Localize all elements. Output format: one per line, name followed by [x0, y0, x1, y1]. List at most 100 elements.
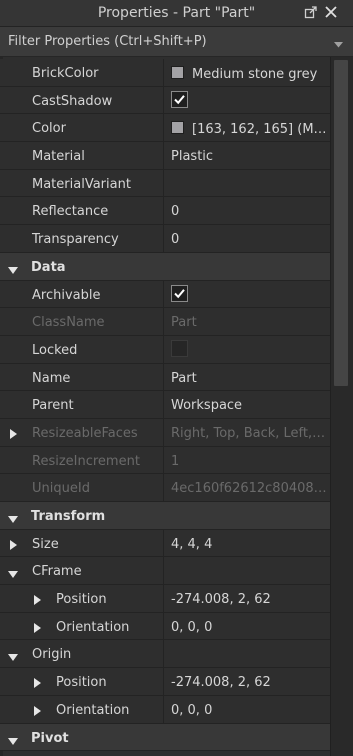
window-title: Properties - Part "Part" — [97, 5, 256, 21]
triangle-down-icon[interactable] — [8, 734, 18, 749]
row-gutter — [0, 197, 24, 225]
property-value[interactable]: 0, 0, 0 — [171, 620, 327, 635]
property-row-locked[interactable]: Locked — [0, 335, 330, 364]
property-row-parent[interactable]: Parent Workspace — [0, 391, 330, 419]
vertical-scrollbar[interactable] — [330, 57, 353, 756]
property-value-text: 0 — [171, 232, 180, 248]
property-name-cell — [0, 529, 164, 557]
property-row-origin[interactable]: Origin — [0, 640, 330, 669]
property-value[interactable]: 0 — [171, 204, 327, 219]
property-value-text: Right, Top, Back, Left, ... — [171, 425, 327, 441]
row-gutter — [0, 169, 24, 197]
section-data[interactable]: Data — [0, 252, 330, 281]
property-row-materialvariant[interactable]: MaterialVariant — [0, 169, 330, 198]
color-swatch[interactable] — [171, 121, 184, 135]
triangle-right-icon[interactable] — [10, 539, 17, 554]
row-gutter — [0, 668, 24, 695]
property-checkbox[interactable] — [171, 284, 188, 302]
row-gutter — [0, 695, 24, 723]
property-row-brickcolor[interactable]: BrickColor Medium stone grey — [0, 59, 330, 87]
filter-properties-input[interactable]: Filter Properties (Ctrl+Shift+P) — [0, 27, 353, 57]
triangle-right-icon[interactable] — [34, 622, 41, 637]
property-name: Reflectance — [32, 204, 109, 220]
property-name-cell — [0, 363, 164, 391]
color-swatch[interactable] — [171, 66, 184, 79]
close-icon[interactable] — [324, 5, 338, 23]
property-row-reflectance[interactable]: Reflectance 0 — [0, 197, 330, 226]
row-gutter — [0, 280, 24, 308]
property-row-position[interactable]: Position -274.008, 2, 62 — [0, 668, 330, 696]
row-gutter — [0, 308, 24, 335]
section-title: Data — [31, 259, 66, 275]
row-gutter — [0, 114, 24, 142]
property-value-text: Plastic — [171, 149, 214, 165]
property-row-uniqueid[interactable]: UniqueId 4ec160f62612c80408a... — [0, 474, 330, 502]
property-name: MaterialVariant — [32, 176, 131, 192]
property-row-name[interactable]: Name Part — [0, 363, 330, 392]
triangle-right-icon[interactable] — [34, 594, 41, 609]
property-row-material[interactable]: Material Plastic — [0, 142, 330, 170]
property-value-text: 0, 0, 0 — [171, 619, 213, 635]
property-row-orientation[interactable]: Orientation 0, 0, 0 — [0, 695, 330, 724]
property-value[interactable]: 0 — [171, 232, 327, 247]
property-value-text: Medium stone grey — [192, 67, 318, 82]
property-value[interactable]: -274.008, 2, 62 — [171, 675, 327, 690]
property-row-color[interactable]: Color [163, 162, 165] (Me... — [0, 114, 330, 143]
property-row-orientation[interactable]: Orientation 0, 0, 0 — [0, 612, 330, 641]
row-gutter — [0, 335, 24, 363]
property-value[interactable]: Medium stone grey — [171, 66, 327, 82]
property-value: 1 — [171, 454, 327, 469]
property-checkbox[interactable] — [171, 339, 188, 357]
section-pivot[interactable]: Pivot — [0, 723, 330, 752]
property-row-classname[interactable]: ClassName Part — [0, 308, 330, 336]
property-name: CastShadow — [32, 93, 113, 109]
property-value-text: Part — [171, 315, 197, 331]
property-value[interactable]: Part — [171, 371, 327, 386]
property-name: Locked — [32, 342, 78, 358]
chevron-down-icon[interactable] — [334, 37, 343, 52]
property-value-text: 4ec160f62612c80408a... — [171, 481, 327, 497]
triangle-down-icon[interactable] — [8, 263, 18, 278]
section-title: Pivot — [31, 730, 69, 746]
property-value: Right, Top, Back, Left, ... — [171, 426, 327, 441]
property-name-cell — [0, 723, 164, 751]
property-value-text: Workspace — [171, 398, 243, 414]
triangle-right-icon[interactable] — [34, 705, 41, 720]
triangle-down-icon[interactable] — [8, 567, 18, 582]
property-value[interactable]: [163, 162, 165] (Me... — [171, 121, 327, 137]
row-gutter — [0, 86, 24, 114]
property-row-resizeablefaces[interactable]: ResizeableFaces Right, Top, Back, Left, .… — [0, 418, 330, 447]
property-row-archivable[interactable]: Archivable — [0, 280, 330, 309]
property-row-resizeincrement[interactable]: ResizeIncrement 1 — [0, 446, 330, 475]
checkmark-icon — [172, 92, 187, 111]
property-name: Position — [56, 675, 107, 691]
property-row-size[interactable]: Size 4, 4, 4 — [0, 529, 330, 558]
property-value[interactable]: 4, 4, 4 — [171, 537, 327, 552]
property-value[interactable]: 0, 0, 0 — [171, 703, 327, 718]
property-row-position[interactable]: Position -274.008, 2, 62 — [0, 585, 330, 613]
triangle-right-icon[interactable] — [10, 428, 17, 443]
property-row-castshadow[interactable]: CastShadow — [0, 86, 330, 115]
property-value[interactable]: -274.008, 2, 62 — [171, 592, 327, 607]
property-name: BrickColor — [32, 66, 99, 81]
property-name: Orientation — [56, 702, 130, 718]
property-row-transparency[interactable]: Transparency 0 — [0, 225, 330, 253]
scrollbar-thumb[interactable] — [334, 60, 348, 386]
property-name: Material — [32, 149, 85, 165]
row-gutter — [0, 225, 24, 252]
property-checkbox[interactable] — [171, 90, 188, 111]
property-name: ResizeIncrement — [32, 453, 140, 469]
property-name-cell — [0, 252, 164, 280]
property-value[interactable]: Workspace — [171, 398, 327, 413]
triangle-down-icon[interactable] — [8, 650, 18, 665]
undock-icon[interactable] — [304, 5, 318, 23]
property-name: Transparency — [32, 232, 119, 248]
property-name-cell — [0, 557, 164, 585]
property-value[interactable]: Plastic — [171, 149, 327, 164]
property-row-cframe[interactable]: CFrame — [0, 557, 330, 586]
section-transform[interactable]: Transform — [0, 502, 330, 530]
title-bar: Properties - Part "Part" — [0, 0, 353, 27]
triangle-down-icon[interactable] — [8, 512, 18, 527]
triangle-right-icon[interactable] — [34, 677, 41, 692]
row-gutter — [0, 363, 24, 391]
